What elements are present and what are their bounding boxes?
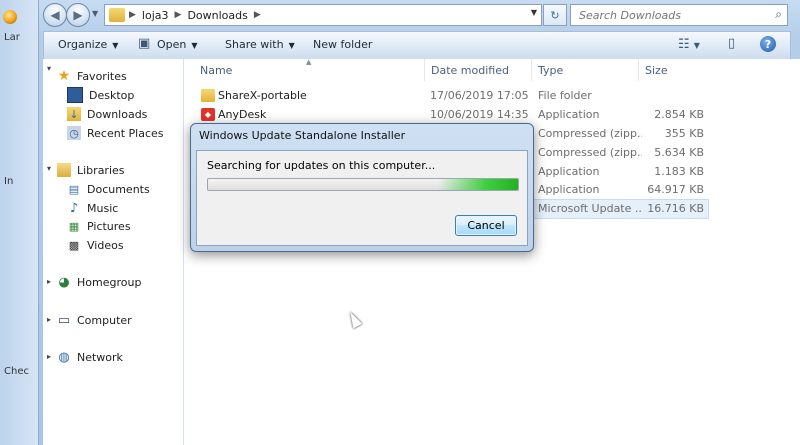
breadcrumb-chevron-icon[interactable]: ▶ (175, 10, 182, 20)
progress-marquee (438, 179, 518, 190)
background-window-label: Lar (4, 32, 20, 43)
column-header-date[interactable]: Date modified (431, 64, 509, 77)
breadcrumb-loja3[interactable]: loja3 (142, 9, 169, 22)
anydesk-app-icon: ◆ (201, 108, 215, 121)
file-row[interactable]: ◆ AnyDesk 10/06/2019 14:35 Application 2… (194, 106, 708, 124)
recent-places-icon: ◷ (67, 126, 81, 140)
preview-pane-icon[interactable]: ▯ (728, 36, 735, 51)
file-type: File folder (538, 89, 592, 102)
music-icon: ♪ (69, 200, 79, 216)
libraries-icon (57, 163, 71, 177)
window-orb-icon (3, 10, 17, 24)
breadcrumb-downloads[interactable]: Downloads (187, 9, 247, 22)
pictures-icon: ▦ (68, 219, 80, 233)
nav-computer[interactable]: ▭ Computer (57, 311, 132, 329)
star-icon: ★ (57, 68, 71, 84)
nav-documents[interactable]: ▤ Documents (67, 180, 150, 198)
computer-icon: ▭ (57, 312, 71, 328)
dialog-body: Searching for updates on this computer..… (196, 150, 528, 246)
file-size: 355 KB (664, 127, 704, 140)
address-dropdown-icon[interactable]: ▼ (531, 8, 537, 17)
column-header-size[interactable]: Size (645, 64, 668, 77)
network-icon: ◍ (58, 349, 70, 365)
share-with-button[interactable]: Share with ▼ (225, 38, 295, 51)
search-input[interactable] (577, 7, 771, 23)
nav-pictures[interactable]: ▦ Pictures (67, 217, 131, 235)
expand-arrow-icon[interactable]: ▸ (47, 277, 51, 286)
nav-homegroup[interactable]: ◕ Homegroup (57, 273, 141, 291)
new-folder-button[interactable]: New folder (313, 38, 372, 51)
column-header-type[interactable]: Type (538, 64, 563, 77)
file-size: 5.634 KB (654, 146, 704, 159)
file-size: 2.854 KB (654, 108, 704, 121)
command-bar: Organize ▼ ▣ Open ▼ Share with ▼ New folder… (43, 31, 791, 60)
expand-arrow-icon[interactable]: ▾ (47, 64, 51, 73)
breadcrumb-chevron-icon[interactable]: ▶ (254, 10, 261, 20)
background-window-strip: Lar In Chec (0, 0, 39, 445)
forward-arrow-icon: ▶ (73, 8, 83, 22)
explorer-window: Lar In Chec ◀ ▶ ▼ ▶ loja3 ▶ Downloads ▶ … (0, 0, 800, 445)
open-button[interactable]: Open ▼ (157, 38, 198, 51)
desktop-icon (67, 87, 83, 103)
file-size: 64.917 KB (647, 183, 704, 196)
breadcrumb-chevron-icon[interactable]: ▶ (129, 10, 136, 20)
refresh-icon: ↻ (550, 8, 560, 22)
nav-libraries[interactable]: Libraries (57, 161, 125, 179)
refresh-button[interactable]: ↻ (543, 4, 567, 26)
file-size: 16.716 KB (647, 202, 704, 215)
back-button[interactable]: ◀ (43, 3, 67, 27)
nav-downloads[interactable]: ↓ Downloads (67, 105, 147, 123)
expand-arrow-icon[interactable]: ▾ (47, 164, 51, 173)
organize-button[interactable]: Organize ▼ (58, 38, 118, 51)
file-name: AnyDesk (218, 108, 267, 121)
navigation-pane: ▾ ★ Favorites Desktop ↓ Downloads ◷ Rece… (43, 59, 184, 445)
folder-icon (109, 8, 125, 22)
help-icon[interactable]: ? (760, 36, 776, 52)
progress-bar (207, 178, 519, 191)
column-divider[interactable] (531, 59, 532, 81)
background-window-label: In (4, 176, 14, 187)
back-arrow-icon: ◀ (50, 8, 60, 22)
nav-network[interactable]: ◍ Network (57, 348, 123, 366)
chevron-down-icon: ▼ (191, 41, 198, 50)
background-window-label: Chec (4, 366, 29, 377)
folder-icon (201, 89, 215, 102)
dialog-message: Searching for updates on this computer..… (207, 159, 436, 172)
update-installer-dialog: Windows Update Standalone Installer Sear… (190, 123, 534, 252)
file-date: 17/06/2019 17:05 (430, 89, 529, 102)
nav-videos[interactable]: ▩ Videos (67, 236, 124, 254)
search-icon[interactable]: ⌕ (775, 7, 782, 22)
file-list: ▲ Name Date modified Type Size ShareX-po… (184, 58, 800, 445)
file-size: 1.183 KB (654, 165, 704, 178)
nav-favorites[interactable]: ★ Favorites (57, 67, 127, 85)
dialog-title: Windows Update Standalone Installer (199, 129, 406, 142)
search-box[interactable]: ⌕ (570, 4, 788, 26)
documents-icon: ▤ (68, 182, 80, 196)
open-app-icon: ▣ (138, 36, 151, 51)
expand-arrow-icon[interactable]: ▸ (47, 315, 51, 324)
column-divider[interactable] (638, 59, 639, 81)
file-row[interactable]: ShareX-portable 17/06/2019 17:05 File fo… (194, 87, 708, 105)
expand-arrow-icon[interactable]: ▸ (47, 352, 51, 361)
forward-button[interactable]: ▶ (66, 3, 90, 27)
cancel-button[interactable]: Cancel (455, 215, 517, 236)
homegroup-icon: ◕ (58, 274, 70, 290)
column-header-name[interactable]: Name (200, 64, 232, 77)
view-options-icon[interactable]: ☷ ▼ (678, 37, 700, 52)
nav-recent-places[interactable]: ◷ Recent Places (67, 124, 164, 142)
recent-pages-dropdown-icon[interactable]: ▼ (92, 9, 98, 18)
videos-icon: ▩ (68, 238, 80, 252)
nav-desktop[interactable]: Desktop (67, 86, 134, 104)
chevron-down-icon: ▼ (288, 41, 295, 50)
address-bar[interactable]: ▶ loja3 ▶ Downloads ▶ ▼ (104, 4, 542, 26)
file-name: ShareX-portable (218, 89, 307, 102)
chevron-down-icon: ▼ (112, 41, 119, 50)
nav-music[interactable]: ♪ Music (67, 199, 118, 217)
file-date: 10/06/2019 14:35 (430, 108, 529, 121)
downloads-icon: ↓ (67, 107, 81, 121)
column-divider[interactable] (424, 59, 425, 81)
sort-arrow-icon: ▲ (306, 58, 312, 66)
